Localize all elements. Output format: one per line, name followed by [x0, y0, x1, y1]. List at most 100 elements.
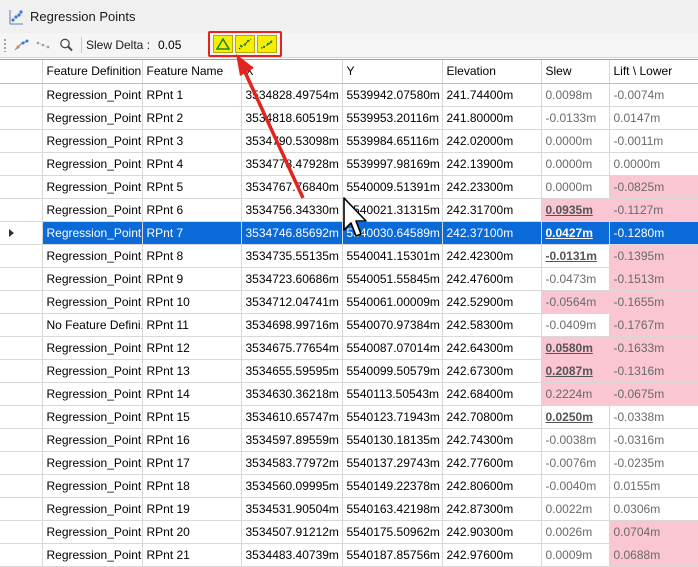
slew-cell[interactable]: -0.0473m — [541, 267, 610, 291]
row-selector[interactable] — [0, 129, 43, 153]
table-row[interactable]: Regression_Point RPnt 8 3534735.55135m 5540… — [0, 244, 698, 268]
slew-cell[interactable]: 0.0250m — [541, 405, 610, 429]
table-row[interactable]: Regression_Point RPnt 12 3534675.77654m 554… — [0, 336, 698, 360]
y-cell[interactable]: 5540009.51391m — [342, 175, 443, 199]
lift-lower-cell[interactable]: -0.0338m — [609, 405, 698, 429]
x-cell[interactable]: 3534675.77654m — [241, 336, 343, 360]
column-header-elevation[interactable]: Elevation — [442, 60, 542, 84]
row-selector[interactable] — [0, 497, 43, 521]
slew-cell[interactable]: 0.0000m — [541, 152, 610, 176]
slew-cell[interactable]: 0.0026m — [541, 520, 610, 544]
lift-lower-cell[interactable]: 0.0000m — [609, 152, 698, 176]
table-row[interactable]: Regression_Point RPnt 18 3534560.09995m 554… — [0, 474, 698, 498]
y-cell[interactable]: 5540087.07014m — [342, 336, 443, 360]
feature-name-cell[interactable]: RPnt 13 — [142, 359, 242, 383]
table-row[interactable]: Regression_Point RPnt 15 3534610.65747m 554… — [0, 405, 698, 429]
elevation-cell[interactable]: 242.37100m — [442, 221, 542, 245]
lift-lower-cell[interactable]: -0.1633m — [609, 336, 698, 360]
feature-definition-cell[interactable]: Regression_Point — [42, 382, 143, 406]
table-row[interactable]: Regression_Point RPnt 2 3534818.60519m 5539… — [0, 106, 698, 130]
feature-definition-cell[interactable]: Regression_Point — [42, 497, 143, 521]
lift-lower-cell[interactable]: -0.1767m — [609, 313, 698, 337]
row-selector[interactable] — [0, 175, 43, 199]
feature-name-cell[interactable]: RPnt 17 — [142, 451, 242, 475]
y-cell[interactable]: 5540175.50962m — [342, 520, 443, 544]
feature-name-cell[interactable]: RPnt 16 — [142, 428, 242, 452]
elevation-cell[interactable]: 242.58300m — [442, 313, 542, 337]
row-selector[interactable] — [0, 290, 43, 314]
lift-lower-cell[interactable]: -0.1395m — [609, 244, 698, 268]
feature-definition-cell[interactable]: Regression_Point — [42, 520, 143, 544]
lift-lower-cell[interactable]: -0.0011m — [609, 129, 698, 153]
feature-definition-cell[interactable]: Regression_Point — [42, 451, 143, 475]
elevation-cell[interactable]: 242.77600m — [442, 451, 542, 475]
elevation-cell[interactable]: 242.23300m — [442, 175, 542, 199]
y-cell[interactable]: 5540061.00009m — [342, 290, 443, 314]
table-row[interactable]: Regression_Point RPnt 16 3534597.89559m 554… — [0, 428, 698, 452]
x-cell[interactable]: 3534507.91212m — [241, 520, 343, 544]
feature-name-cell[interactable]: RPnt 15 — [142, 405, 242, 429]
feature-definition-cell[interactable]: Regression_Point — [42, 405, 143, 429]
column-header-y[interactable]: Y — [342, 60, 443, 84]
slew-cell[interactable]: -0.0133m — [541, 106, 610, 130]
elevation-cell[interactable]: 241.80000m — [442, 106, 542, 130]
row-selector[interactable] — [0, 106, 43, 130]
table-row[interactable]: Regression_Point RPnt 19 3534531.90504m 554… — [0, 497, 698, 521]
x-cell[interactable]: 3534630.36218m — [241, 382, 343, 406]
regression-points-grid[interactable]: Feature Definition Feature Name X Y Elev… — [0, 59, 698, 567]
feature-definition-cell[interactable]: No Feature Defini... — [42, 313, 143, 337]
y-cell[interactable]: 5540113.50543m — [342, 382, 443, 406]
row-selector[interactable] — [0, 198, 43, 222]
column-header-feature-name[interactable]: Feature Name — [142, 60, 242, 84]
lift-lower-cell[interactable]: -0.0235m — [609, 451, 698, 475]
y-cell[interactable]: 5540099.50579m — [342, 359, 443, 383]
table-row[interactable]: Regression_Point RPnt 21 3534483.40739m 554… — [0, 543, 698, 567]
lift-lower-cell[interactable]: 0.0147m — [609, 106, 698, 130]
slew-delta-input[interactable] — [158, 36, 201, 54]
y-cell[interactable]: 5540137.29743m — [342, 451, 443, 475]
y-cell[interactable]: 5539942.07580m — [342, 83, 443, 107]
x-cell[interactable]: 3534735.55135m — [241, 244, 343, 268]
feature-definition-cell[interactable]: Regression_Point — [42, 428, 143, 452]
triangle-tool-button[interactable] — [213, 35, 233, 53]
x-cell[interactable]: 3534560.09995m — [241, 474, 343, 498]
lift-lower-cell[interactable]: -0.1655m — [609, 290, 698, 314]
feature-definition-cell[interactable]: Regression_Point — [42, 152, 143, 176]
row-selector[interactable] — [0, 221, 43, 245]
feature-name-cell[interactable]: RPnt 20 — [142, 520, 242, 544]
elevation-cell[interactable]: 242.87300m — [442, 497, 542, 521]
feature-definition-cell[interactable]: Regression_Point — [42, 244, 143, 268]
table-row[interactable]: Regression_Point RPnt 14 3534630.36218m 554… — [0, 382, 698, 406]
feature-definition-cell[interactable]: Regression_Point — [42, 221, 143, 245]
feature-definition-cell[interactable]: Regression_Point — [42, 290, 143, 314]
slew-cell[interactable]: 0.0935m — [541, 198, 610, 222]
table-row[interactable]: Regression_Point RPnt 1 3534828.49754m 5539… — [0, 83, 698, 107]
feature-definition-cell[interactable]: Regression_Point — [42, 359, 143, 383]
y-cell[interactable]: 5540149.22378m — [342, 474, 443, 498]
elevation-cell[interactable]: 242.02000m — [442, 129, 542, 153]
slew-cell[interactable]: -0.0564m — [541, 290, 610, 314]
elevation-cell[interactable]: 242.80600m — [442, 474, 542, 498]
zoom-button[interactable] — [55, 35, 77, 55]
table-row[interactable]: Regression_Point RPnt 3 3534790.53098m 5539… — [0, 129, 698, 153]
table-row[interactable]: Regression_Point RPnt 4 3534778.47928m 5539… — [0, 152, 698, 176]
y-cell[interactable]: 5540123.71943m — [342, 405, 443, 429]
x-cell[interactable]: 3534818.60519m — [241, 106, 343, 130]
y-cell[interactable]: 5539997.98169m — [342, 152, 443, 176]
y-cell[interactable]: 5540163.42198m — [342, 497, 443, 521]
slew-cell[interactable]: 0.2224m — [541, 382, 610, 406]
feature-name-cell[interactable]: RPnt 6 — [142, 198, 242, 222]
x-cell[interactable]: 3534712.04741m — [241, 290, 343, 314]
feature-name-cell[interactable]: RPnt 5 — [142, 175, 242, 199]
table-row[interactable]: Regression_Point RPnt 6 3534756.34330m 5540… — [0, 198, 698, 222]
x-cell[interactable]: 3534655.59595m — [241, 359, 343, 383]
feature-definition-cell[interactable]: Regression_Point — [42, 83, 143, 107]
lift-lower-cell[interactable]: -0.1127m — [609, 198, 698, 222]
x-cell[interactable]: 3534746.85692m — [241, 221, 343, 245]
column-header-x[interactable]: X — [241, 60, 343, 84]
table-row[interactable]: Regression_Point RPnt 17 3534583.77972m 554… — [0, 451, 698, 475]
slew-cell[interactable]: 0.0009m — [541, 543, 610, 567]
row-selector[interactable] — [0, 313, 43, 337]
x-cell[interactable]: 3534698.99716m — [241, 313, 343, 337]
slew-cell[interactable]: -0.0076m — [541, 451, 610, 475]
